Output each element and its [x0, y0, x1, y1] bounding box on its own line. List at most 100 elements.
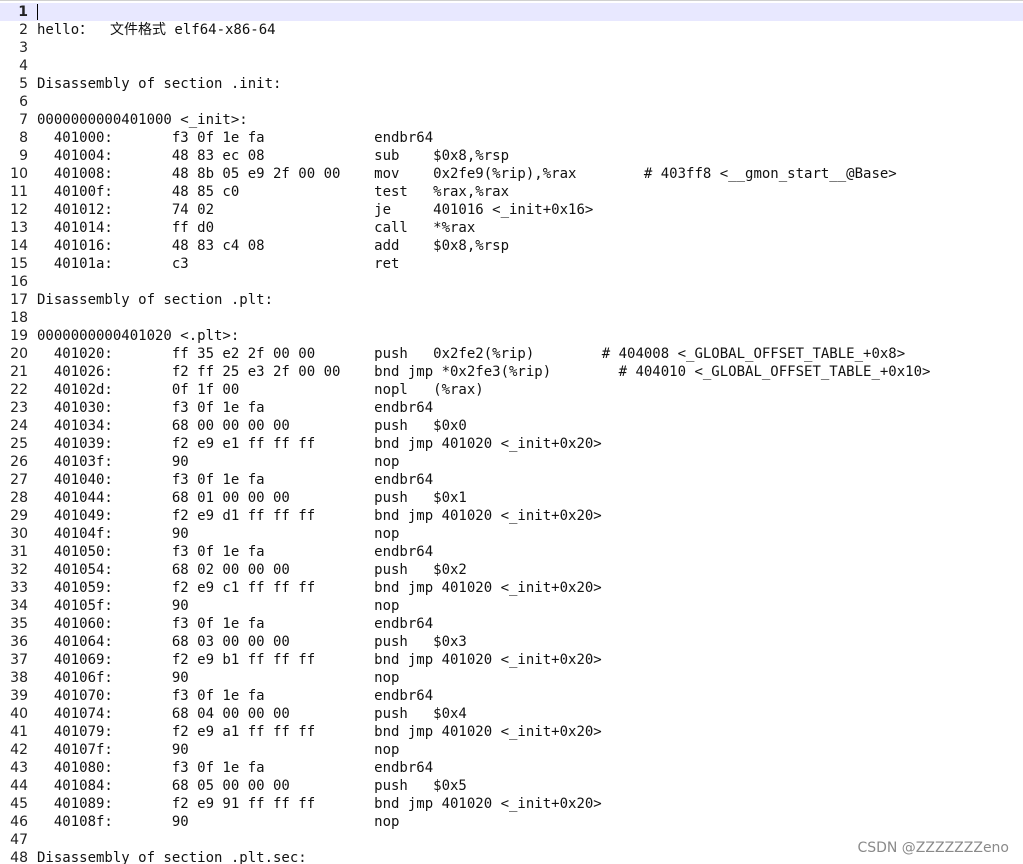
editor-line[interactable]: 18: [0, 309, 1023, 327]
line-text[interactable]: hello： 文件格式 elf64-x86-64: [37, 21, 276, 39]
line-text[interactable]: 401008: 48 8b 05 e9 2f 00 00 mov 0x2fe9(…: [37, 165, 897, 183]
line-text[interactable]: 0000000000401000 <_init>:: [37, 111, 248, 129]
line-text[interactable]: Disassembly of section .plt.sec:: [37, 849, 307, 864]
line-text[interactable]: 40102d: 0f 1f 00 nopl (%rax): [37, 381, 484, 399]
line-text[interactable]: 40105f: 90 nop: [37, 597, 400, 615]
line-text[interactable]: 401084: 68 05 00 00 00 push $0x5: [37, 777, 467, 795]
editor-line[interactable]: 4: [0, 57, 1023, 75]
line-text[interactable]: 401026: f2 ff 25 e3 2f 00 00 bnd jmp *0x…: [37, 363, 931, 381]
editor-line[interactable]: 9 401004: 48 83 ec 08 sub $0x8,%rsp: [0, 147, 1023, 165]
line-text[interactable]: 401044: 68 01 00 00 00 push $0x1: [37, 489, 467, 507]
text-editor[interactable]: 1 2 hello： 文件格式 elf64-x86-64 3 4 5 Disassembly…: [0, 0, 1023, 864]
line-text[interactable]: 401059: f2 e9 c1 ff ff ff bnd jmp 401020…: [37, 579, 602, 597]
line-text[interactable]: 401050: f3 0f 1e fa endbr64: [37, 543, 433, 561]
editor-line[interactable]: 21 401026: f2 ff 25 e3 2f 00 00 bnd jmp …: [0, 363, 1023, 381]
editor-line[interactable]: 13 401014: ff d0 call *%rax: [0, 219, 1023, 237]
editor-line[interactable]: 22 40102d: 0f 1f 00 nopl (%rax): [0, 381, 1023, 399]
editor-line[interactable]: 23 401030: f3 0f 1e fa endbr64: [0, 399, 1023, 417]
line-number: 46: [10, 814, 28, 830]
line-text[interactable]: 401089: f2 e9 91 ff ff ff bnd jmp 401020…: [37, 795, 602, 813]
line-text[interactable]: 40100f: 48 85 c0 test %rax,%rax: [37, 183, 509, 201]
editor-line[interactable]: 41 401079: f2 e9 a1 ff ff ff bnd jmp 401…: [0, 723, 1023, 741]
editor-line[interactable]: 43 401080: f3 0f 1e fa endbr64: [0, 759, 1023, 777]
editor-line[interactable]: 28 401044: 68 01 00 00 00 push $0x1: [0, 489, 1023, 507]
line-number: 15: [10, 256, 28, 272]
line-number: 11: [10, 184, 28, 200]
editor-line[interactable]: 26 40103f: 90 nop: [0, 453, 1023, 471]
editor-line[interactable]: 6: [0, 93, 1023, 111]
line-text[interactable]: 401020: ff 35 e2 2f 00 00 push 0x2fe2(%r…: [37, 345, 905, 363]
line-text[interactable]: 401070: f3 0f 1e fa endbr64: [37, 687, 433, 705]
line-text[interactable]: 401034: 68 00 00 00 00 push $0x0: [37, 417, 467, 435]
editor-line[interactable]: 38 40106f: 90 nop: [0, 669, 1023, 687]
line-text[interactable]: Disassembly of section .plt:: [37, 291, 273, 309]
line-text[interactable]: 40108f: 90 nop: [37, 813, 400, 831]
editor-line[interactable]: 2 hello： 文件格式 elf64-x86-64: [0, 21, 1023, 39]
line-number: 35: [10, 616, 28, 632]
editor-line[interactable]: 10 401008: 48 8b 05 e9 2f 00 00 mov 0x2f…: [0, 165, 1023, 183]
editor-line[interactable]: 24 401034: 68 00 00 00 00 push $0x0: [0, 417, 1023, 435]
editor-line[interactable]: 33 401059: f2 e9 c1 ff ff ff bnd jmp 401…: [0, 579, 1023, 597]
editor-line[interactable]: 7 0000000000401000 <_init>:: [0, 111, 1023, 129]
editor-line[interactable]: 31 401050: f3 0f 1e fa endbr64: [0, 543, 1023, 561]
editor-line[interactable]: 36 401064: 68 03 00 00 00 push $0x3: [0, 633, 1023, 651]
line-text[interactable]: 401000: f3 0f 1e fa endbr64: [37, 129, 433, 147]
line-text[interactable]: 40107f: 90 nop: [37, 741, 400, 759]
editor-line[interactable]: 37 401069: f2 e9 b1 ff ff ff bnd jmp 401…: [0, 651, 1023, 669]
editor-line[interactable]: 34 40105f: 90 nop: [0, 597, 1023, 615]
line-text[interactable]: 40101a: c3 ret: [37, 255, 400, 273]
line-number: 26: [10, 454, 28, 470]
line-text[interactable]: 401080: f3 0f 1e fa endbr64: [37, 759, 433, 777]
editor-line[interactable]: 14 401016: 48 83 c4 08 add $0x8,%rsp: [0, 237, 1023, 255]
editor-line[interactable]: 25 401039: f2 e9 e1 ff ff ff bnd jmp 401…: [0, 435, 1023, 453]
editor-line[interactable]: 16: [0, 273, 1023, 291]
editor-line[interactable]: 5 Disassembly of section .init:: [0, 75, 1023, 93]
line-text[interactable]: 401016: 48 83 c4 08 add $0x8,%rsp: [37, 237, 509, 255]
line-text[interactable]: 0000000000401020 <.plt>:: [37, 327, 239, 345]
line-text[interactable]: 401079: f2 e9 a1 ff ff ff bnd jmp 401020…: [37, 723, 602, 741]
line-text[interactable]: 401014: ff d0 call *%rax: [37, 219, 475, 237]
editor-line[interactable]: 15 40101a: c3 ret: [0, 255, 1023, 273]
editor-line[interactable]: 40 401074: 68 04 00 00 00 push $0x4: [0, 705, 1023, 723]
line-number: 41: [10, 724, 28, 740]
editor-line[interactable]: 39 401070: f3 0f 1e fa endbr64: [0, 687, 1023, 705]
line-text[interactable]: 40106f: 90 nop: [37, 669, 400, 687]
editor-line[interactable]: 35 401060: f3 0f 1e fa endbr64: [0, 615, 1023, 633]
editor-line[interactable]: 29 401049: f2 e9 d1 ff ff ff bnd jmp 401…: [0, 507, 1023, 525]
line-text[interactable]: 401030: f3 0f 1e fa endbr64: [37, 399, 433, 417]
editor-line[interactable]: 30 40104f: 90 nop: [0, 525, 1023, 543]
editor-line[interactable]: 44 401084: 68 05 00 00 00 push $0x5: [0, 777, 1023, 795]
editor-line[interactable]: 27 401040: f3 0f 1e fa endbr64: [0, 471, 1023, 489]
line-text[interactable]: 401069: f2 e9 b1 ff ff ff bnd jmp 401020…: [37, 651, 602, 669]
line-text[interactable]: 401064: 68 03 00 00 00 push $0x3: [37, 633, 467, 651]
line-text[interactable]: 401039: f2 e9 e1 ff ff ff bnd jmp 401020…: [37, 435, 602, 453]
line-number: 7: [19, 112, 28, 128]
editor-line[interactable]: 12 401012: 74 02 je 401016 <_init+0x16>: [0, 201, 1023, 219]
line-text[interactable]: 401074: 68 04 00 00 00 push $0x4: [37, 705, 467, 723]
line-text[interactable]: 401049: f2 e9 d1 ff ff ff bnd jmp 401020…: [37, 507, 602, 525]
line-number: 40: [10, 706, 28, 722]
line-text[interactable]: 401054: 68 02 00 00 00 push $0x2: [37, 561, 467, 579]
editor-line[interactable]: 3: [0, 39, 1023, 57]
editor-line[interactable]: 42 40107f: 90 nop: [0, 741, 1023, 759]
editor-line[interactable]: 46 40108f: 90 nop: [0, 813, 1023, 831]
line-number: 1: [18, 4, 28, 20]
editor-line[interactable]: 8 401000: f3 0f 1e fa endbr64: [0, 129, 1023, 147]
editor-line[interactable]: 20 401020: ff 35 e2 2f 00 00 push 0x2fe2…: [0, 345, 1023, 363]
editor-line[interactable]: 45 401089: f2 e9 91 ff ff ff bnd jmp 401…: [0, 795, 1023, 813]
editor-lines[interactable]: 1 2 hello： 文件格式 elf64-x86-64 3 4 5 Disassembly…: [0, 3, 1023, 864]
editor-line[interactable]: 19 0000000000401020 <.plt>:: [0, 327, 1023, 345]
line-text[interactable]: 401040: f3 0f 1e fa endbr64: [37, 471, 433, 489]
line-text[interactable]: 40103f: 90 nop: [37, 453, 400, 471]
line-text[interactable]: 401012: 74 02 je 401016 <_init+0x16>: [37, 201, 593, 219]
line-number: 38: [10, 670, 28, 686]
line-text[interactable]: Disassembly of section .init:: [37, 75, 281, 93]
line-number: 5: [19, 76, 28, 92]
editor-line[interactable]: 1: [0, 3, 1023, 21]
line-text[interactable]: 401004: 48 83 ec 08 sub $0x8,%rsp: [37, 147, 509, 165]
editor-line[interactable]: 17 Disassembly of section .plt:: [0, 291, 1023, 309]
line-text[interactable]: 401060: f3 0f 1e fa endbr64: [37, 615, 433, 633]
editor-line[interactable]: 11 40100f: 48 85 c0 test %rax,%rax: [0, 183, 1023, 201]
editor-line[interactable]: 32 401054: 68 02 00 00 00 push $0x2: [0, 561, 1023, 579]
line-text[interactable]: 40104f: 90 nop: [37, 525, 400, 543]
